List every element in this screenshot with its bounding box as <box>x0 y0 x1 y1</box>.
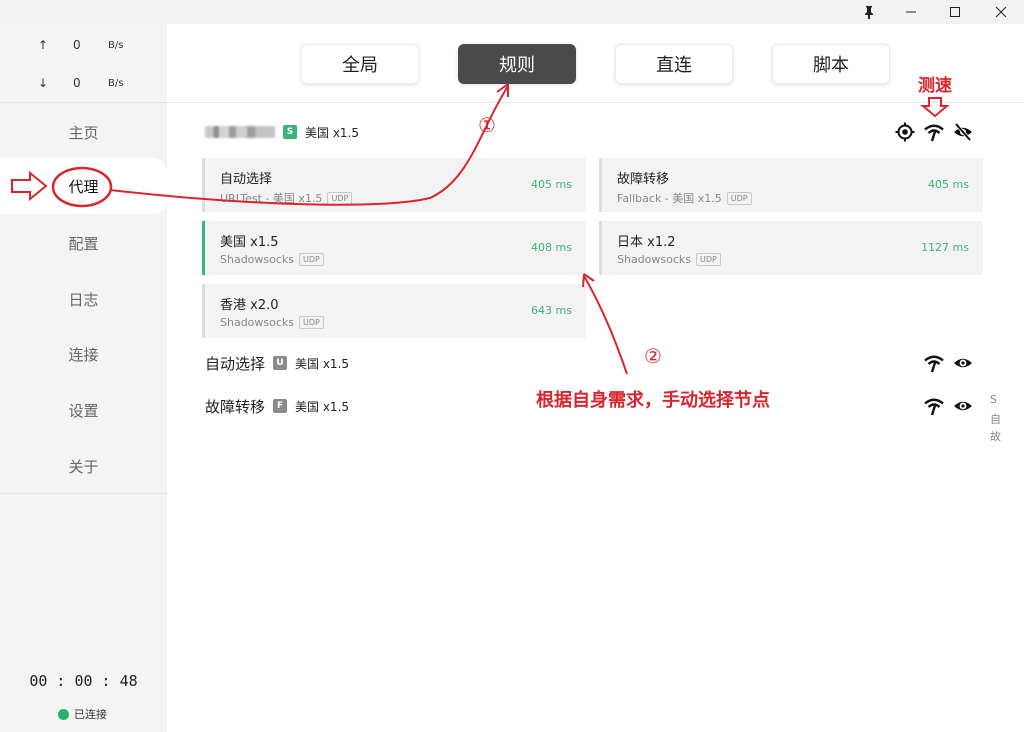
arrow-right-icon <box>11 170 48 202</box>
speed-test-annotation: 测速 <box>918 76 952 96</box>
arrow-down-icon <box>920 97 950 118</box>
hint-annotation: 根据自身需求，手动选择节点 <box>536 390 770 411</box>
annotation-curve-1 <box>109 85 509 206</box>
step-1-marker: ① <box>478 113 496 137</box>
step-2-marker: ② <box>644 344 662 368</box>
highlight-ellipse <box>51 166 113 208</box>
annotation-curve-2 <box>583 275 628 375</box>
annotation-overlay <box>11 83 950 375</box>
